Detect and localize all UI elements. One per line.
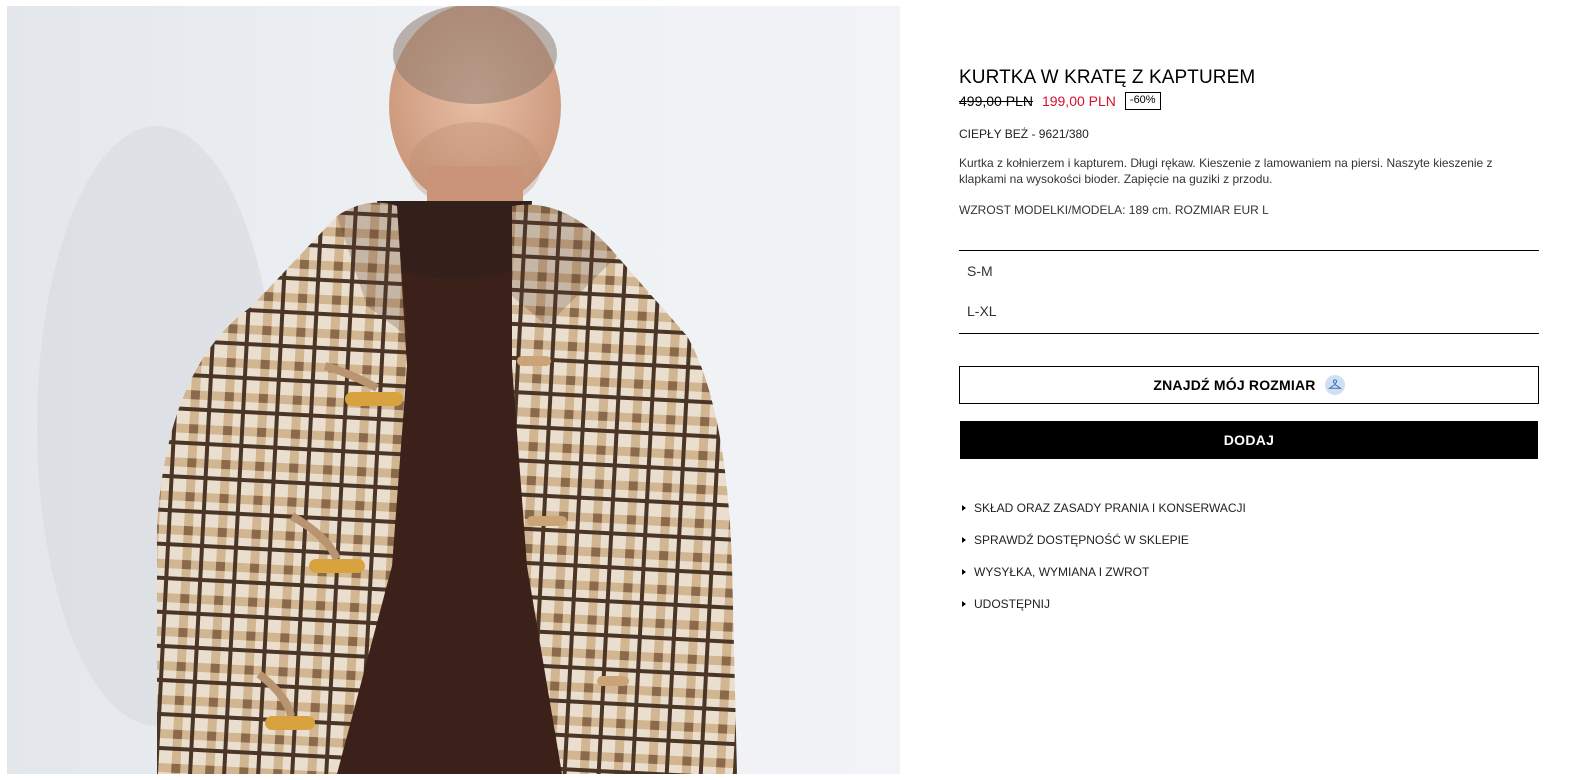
size-selector: S-M L-XL [959, 250, 1539, 334]
color-reference: CIEPŁY BEŻ - 9621/380 [959, 127, 1089, 141]
info-links: SKŁAD ORAZ ZASADY PRANIA I KONSERWACJI S… [959, 492, 1246, 620]
product-description: Kurtka z kołnierzem i kapturem. Długi rę… [959, 156, 1493, 186]
link-label: WYSYŁKA, WYMIANA I ZWROT [974, 565, 1150, 579]
size-option-s-m[interactable]: S-M [959, 252, 1539, 292]
find-my-size-button[interactable]: ZNAJDŹ MÓJ ROZMIAR [959, 366, 1539, 404]
caret-right-icon [962, 505, 966, 511]
size-option-l-xl[interactable]: L-XL [959, 292, 1539, 332]
sale-price: 199,00 PLN [1041, 93, 1116, 109]
link-share[interactable]: UDOSTĘPNIJ [959, 588, 1246, 620]
link-shipping-returns[interactable]: WYSYŁKA, WYMIANA I ZWROT [959, 556, 1246, 588]
model-size-info: WZROST MODELKI/MODELA: 189 cm. ROZMIAR E… [959, 203, 1269, 217]
original-price: 499,00 PLN [959, 93, 1033, 109]
link-composition-care[interactable]: SKŁAD ORAZ ZASADY PRANIA I KONSERWACJI [959, 492, 1246, 524]
price-row: 499,00 PLN 199,00 PLN -60% [959, 92, 1161, 110]
link-label: SPRAWDŹ DOSTĘPNOŚĆ W SKLEPIE [974, 533, 1189, 547]
add-to-cart-button[interactable]: DODAJ [960, 421, 1538, 459]
find-my-size-label: ZNAJDŹ MÓJ ROZMIAR [1153, 377, 1316, 393]
caret-right-icon [962, 537, 966, 543]
product-image[interactable] [7, 6, 900, 774]
caret-right-icon [962, 601, 966, 607]
link-label: SKŁAD ORAZ ZASADY PRANIA I KONSERWACJI [974, 501, 1246, 515]
link-label: UDOSTĘPNIJ [974, 597, 1051, 611]
link-store-availability[interactable]: SPRAWDŹ DOSTĘPNOŚĆ W SKLEPIE [959, 524, 1246, 556]
caret-right-icon [962, 569, 966, 575]
product-photo-illustration [7, 6, 900, 774]
product-title: KURTKA W KRATĘ Z KAPTUREM [959, 67, 1256, 88]
hanger-icon [1324, 375, 1345, 395]
discount-badge: -60% [1124, 92, 1161, 110]
